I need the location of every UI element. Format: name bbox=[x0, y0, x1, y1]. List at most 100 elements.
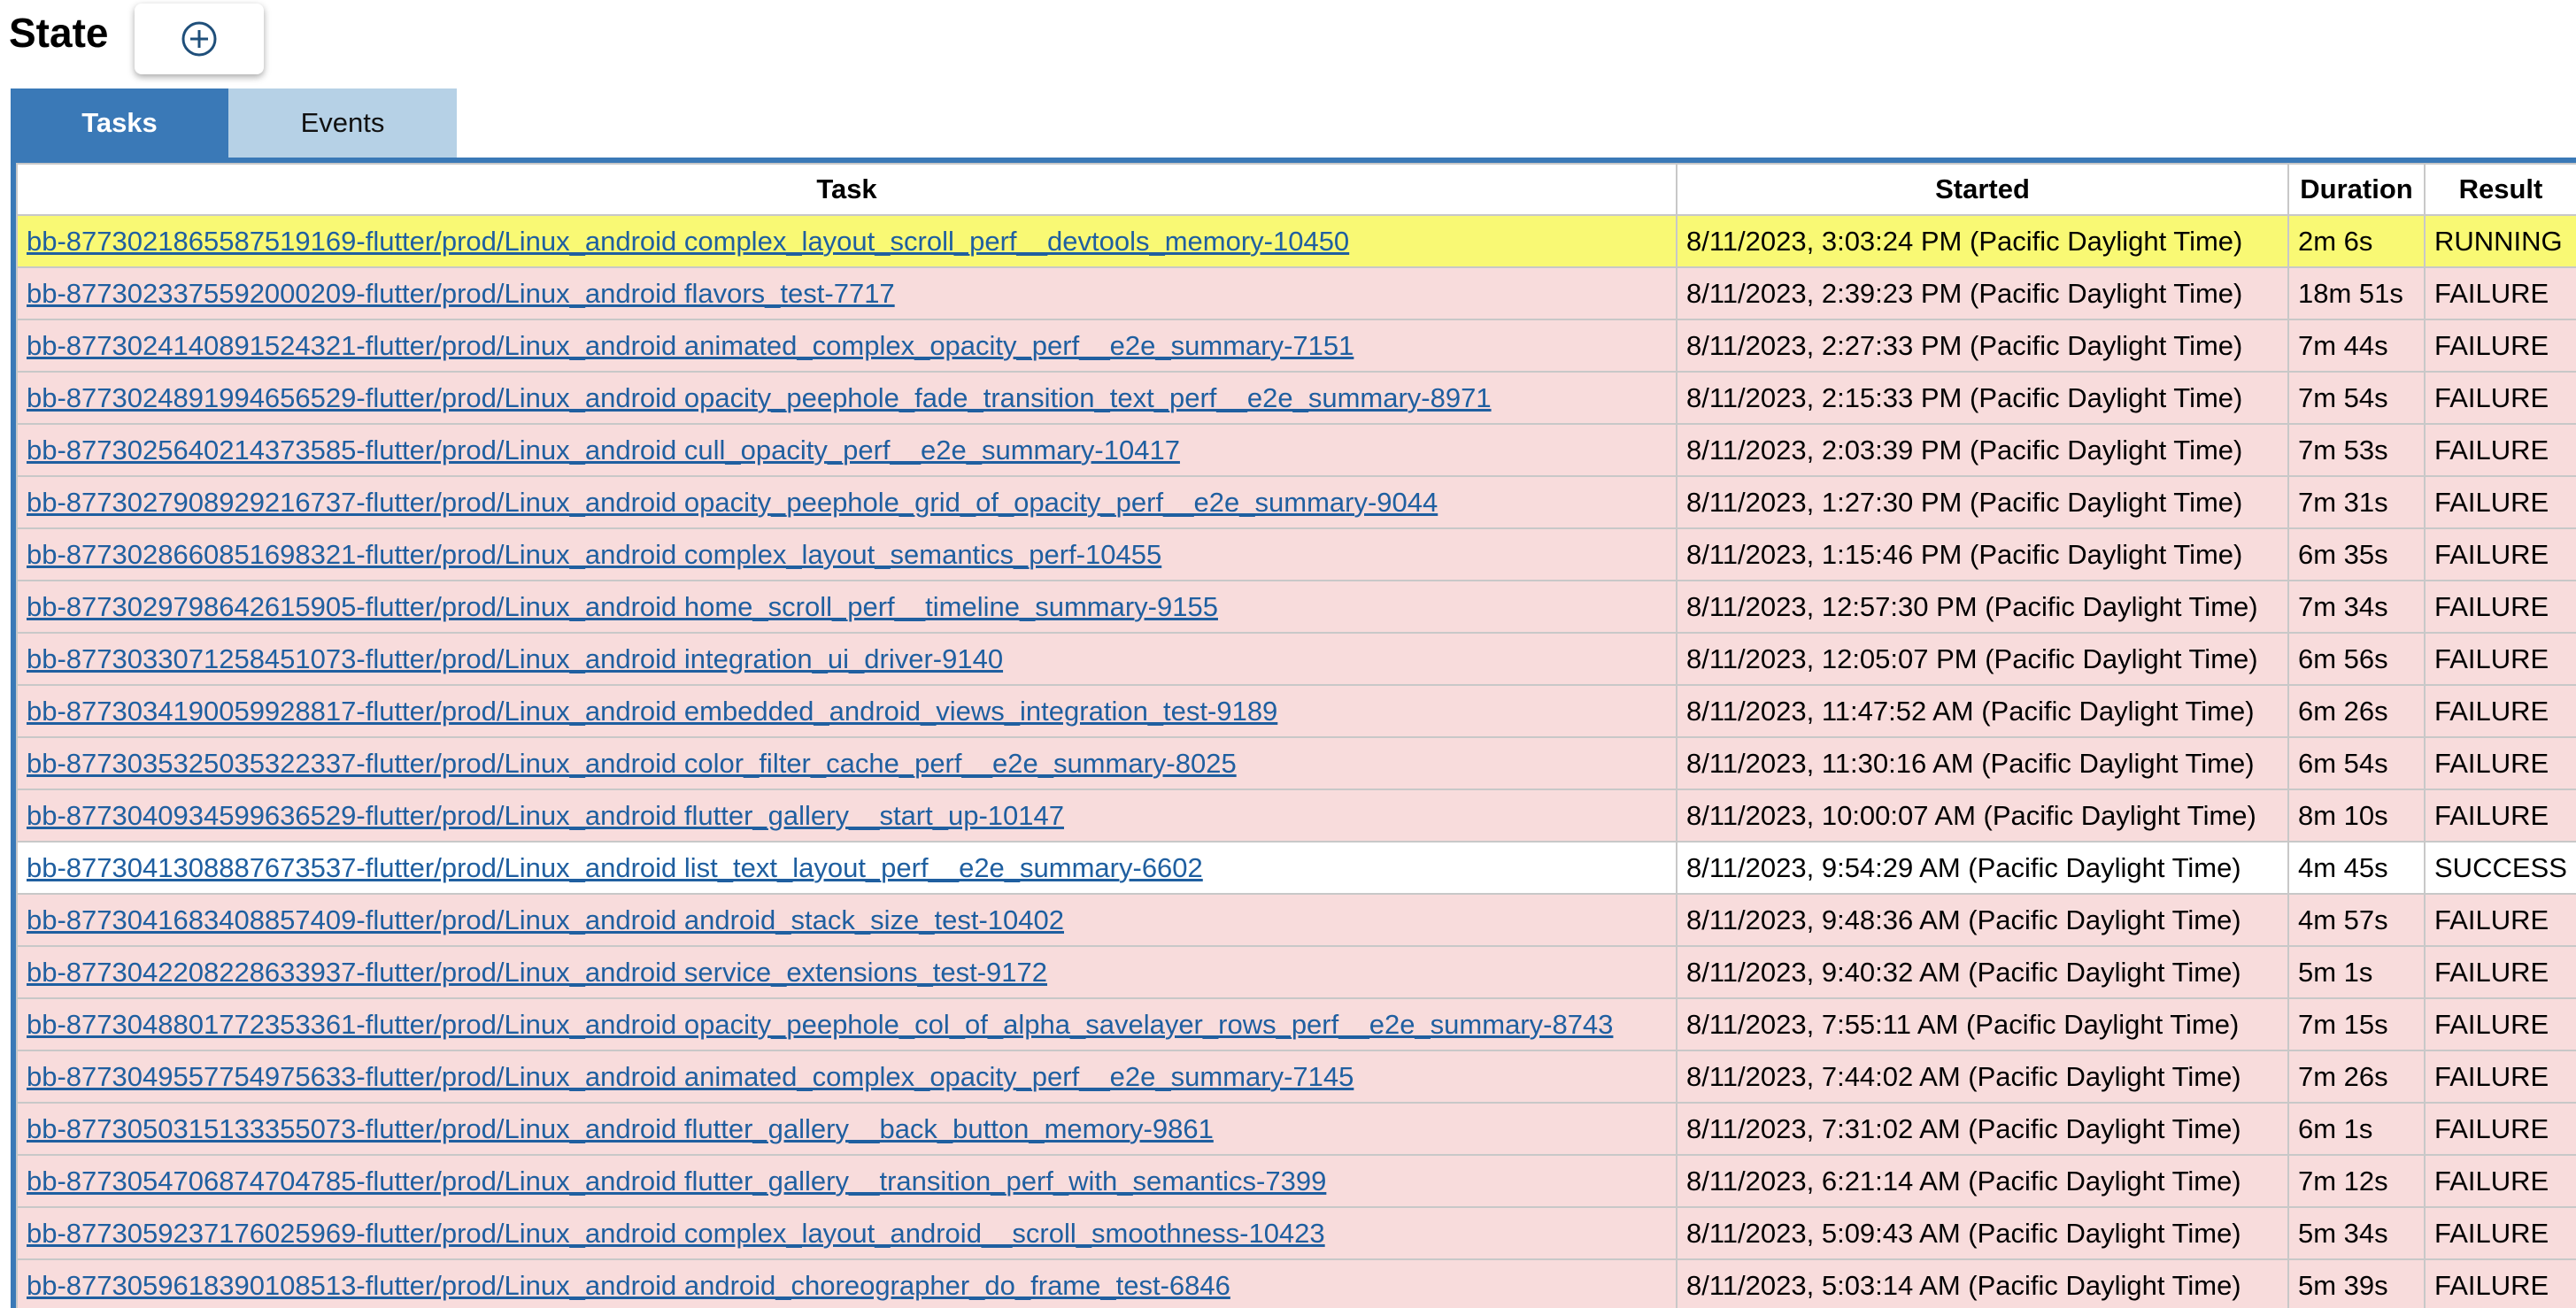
started-cell: 8/11/2023, 2:27:33 PM (Pacific Daylight … bbox=[1676, 319, 2289, 373]
result-cell: FAILURE bbox=[2424, 1258, 2576, 1308]
tab-events[interactable]: Events bbox=[228, 88, 457, 158]
task-link[interactable]: bb-8773029798642615905-flutter/prod/Linu… bbox=[27, 591, 1218, 622]
result-cell: SUCCESS bbox=[2424, 841, 2576, 895]
table-row: bb-8773024140891524321-flutter/prod/Linu… bbox=[16, 319, 2576, 373]
task-cell: bb-8773041683408857409-flutter/prod/Linu… bbox=[16, 893, 1677, 947]
tab-bar: Tasks Events bbox=[11, 88, 457, 158]
task-link[interactable]: bb-8773024140891524321-flutter/prod/Linu… bbox=[27, 330, 1354, 361]
duration-cell: 7m 34s bbox=[2287, 580, 2426, 634]
duration-cell: 6m 35s bbox=[2287, 527, 2426, 581]
duration-cell: 5m 1s bbox=[2287, 945, 2426, 999]
column-header-started: Started bbox=[1676, 163, 2289, 216]
tasks-table: Task Started Duration Result bb-87730218… bbox=[16, 163, 2576, 1308]
task-cell: bb-8773028660851698321-flutter/prod/Linu… bbox=[16, 527, 1677, 581]
task-link[interactable]: bb-8773048801772353361-flutter/prod/Linu… bbox=[27, 1009, 1613, 1040]
task-cell: bb-8773021865587519169-flutter/prod/Linu… bbox=[16, 214, 1677, 268]
result-cell: FAILURE bbox=[2424, 475, 2576, 529]
task-cell: bb-8773054706874704785-flutter/prod/Linu… bbox=[16, 1154, 1677, 1208]
task-cell: bb-8773042208228633937-flutter/prod/Linu… bbox=[16, 945, 1677, 999]
result-cell: FAILURE bbox=[2424, 371, 2576, 425]
table-row: bb-8773040934599636529-flutter/prod/Linu… bbox=[16, 789, 2576, 843]
task-link[interactable]: bb-8773023375592000209-flutter/prod/Linu… bbox=[27, 278, 895, 309]
task-link[interactable]: bb-8773033071258451073-flutter/prod/Linu… bbox=[27, 643, 1003, 674]
add-button[interactable] bbox=[135, 4, 264, 74]
result-cell: FAILURE bbox=[2424, 1050, 2576, 1104]
started-cell: 8/11/2023, 12:57:30 PM (Pacific Daylight… bbox=[1676, 580, 2289, 634]
duration-cell: 7m 12s bbox=[2287, 1154, 2426, 1208]
duration-cell: 7m 15s bbox=[2287, 997, 2426, 1051]
started-cell: 8/11/2023, 1:27:30 PM (Pacific Daylight … bbox=[1676, 475, 2289, 529]
tasks-table-container: Task Started Duration Result bb-87730218… bbox=[11, 158, 2576, 1308]
result-cell: FAILURE bbox=[2424, 319, 2576, 373]
task-cell: bb-8773033071258451073-flutter/prod/Linu… bbox=[16, 632, 1677, 686]
task-cell: bb-8773024140891524321-flutter/prod/Linu… bbox=[16, 319, 1677, 373]
table-row: bb-8773059237176025969-flutter/prod/Linu… bbox=[16, 1206, 2576, 1260]
column-header-duration: Duration bbox=[2287, 163, 2426, 216]
result-cell: FAILURE bbox=[2424, 893, 2576, 947]
task-cell: bb-8773059237176025969-flutter/prod/Linu… bbox=[16, 1206, 1677, 1260]
table-row: bb-8773021865587519169-flutter/prod/Linu… bbox=[16, 214, 2576, 268]
started-cell: 8/11/2023, 6:21:14 AM (Pacific Daylight … bbox=[1676, 1154, 2289, 1208]
task-link[interactable]: bb-8773059237176025969-flutter/prod/Linu… bbox=[27, 1218, 1325, 1249]
table-row: bb-8773050315133355073-flutter/prod/Linu… bbox=[16, 1102, 2576, 1156]
table-row: bb-8773054706874704785-flutter/prod/Linu… bbox=[16, 1154, 2576, 1208]
result-cell: RUNNING bbox=[2424, 214, 2576, 268]
task-link[interactable]: bb-8773050315133355073-flutter/prod/Linu… bbox=[27, 1113, 1214, 1144]
task-cell: bb-8773049557754975633-flutter/prod/Linu… bbox=[16, 1050, 1677, 1104]
result-cell: FAILURE bbox=[2424, 684, 2576, 738]
task-link[interactable]: bb-8773049557754975633-flutter/prod/Linu… bbox=[27, 1061, 1354, 1092]
result-cell: FAILURE bbox=[2424, 945, 2576, 999]
task-cell: bb-8773029798642615905-flutter/prod/Linu… bbox=[16, 580, 1677, 634]
table-body: bb-8773021865587519169-flutter/prod/Linu… bbox=[16, 214, 2576, 1308]
table-row: bb-8773024891994656529-flutter/prod/Linu… bbox=[16, 371, 2576, 425]
duration-cell: 6m 26s bbox=[2287, 684, 2426, 738]
started-cell: 8/11/2023, 10:00:07 AM (Pacific Daylight… bbox=[1676, 789, 2289, 843]
table-header-row: Task Started Duration Result bbox=[16, 163, 2576, 216]
started-cell: 8/11/2023, 9:48:36 AM (Pacific Daylight … bbox=[1676, 893, 2289, 947]
duration-cell: 6m 54s bbox=[2287, 736, 2426, 790]
duration-cell: 4m 45s bbox=[2287, 841, 2426, 895]
result-cell: FAILURE bbox=[2424, 1102, 2576, 1156]
duration-cell: 5m 39s bbox=[2287, 1258, 2426, 1308]
table-row: bb-8773034190059928817-flutter/prod/Linu… bbox=[16, 684, 2576, 738]
duration-cell: 5m 34s bbox=[2287, 1206, 2426, 1260]
duration-cell: 7m 31s bbox=[2287, 475, 2426, 529]
task-link[interactable]: bb-8773035325035322337-flutter/prod/Linu… bbox=[27, 748, 1237, 779]
started-cell: 8/11/2023, 7:31:02 AM (Pacific Daylight … bbox=[1676, 1102, 2289, 1156]
result-cell: FAILURE bbox=[2424, 580, 2576, 634]
table-row: bb-8773035325035322337-flutter/prod/Linu… bbox=[16, 736, 2576, 790]
task-link[interactable]: bb-8773024891994656529-flutter/prod/Linu… bbox=[27, 382, 1492, 413]
task-link[interactable]: bb-8773054706874704785-flutter/prod/Linu… bbox=[27, 1166, 1326, 1196]
task-link[interactable]: bb-8773042208228633937-flutter/prod/Linu… bbox=[27, 957, 1047, 988]
table-row: bb-8773027908929216737-flutter/prod/Linu… bbox=[16, 475, 2576, 529]
task-link[interactable]: bb-8773027908929216737-flutter/prod/Linu… bbox=[27, 487, 1438, 518]
started-cell: 8/11/2023, 7:55:11 AM (Pacific Daylight … bbox=[1676, 997, 2289, 1051]
task-link[interactable]: bb-8773025640214373585-flutter/prod/Linu… bbox=[27, 435, 1180, 465]
task-cell: bb-8773050315133355073-flutter/prod/Linu… bbox=[16, 1102, 1677, 1156]
result-cell: FAILURE bbox=[2424, 423, 2576, 477]
started-cell: 8/11/2023, 11:47:52 AM (Pacific Daylight… bbox=[1676, 684, 2289, 738]
table-row: bb-8773028660851698321-flutter/prod/Linu… bbox=[16, 527, 2576, 581]
started-cell: 8/11/2023, 5:09:43 AM (Pacific Daylight … bbox=[1676, 1206, 2289, 1260]
task-link[interactable]: bb-8773041308887673537-flutter/prod/Linu… bbox=[27, 852, 1203, 883]
result-cell: FAILURE bbox=[2424, 1154, 2576, 1208]
task-link[interactable]: bb-8773034190059928817-flutter/prod/Linu… bbox=[27, 696, 1277, 727]
started-cell: 8/11/2023, 2:03:39 PM (Pacific Daylight … bbox=[1676, 423, 2289, 477]
task-cell: bb-8773027908929216737-flutter/prod/Linu… bbox=[16, 475, 1677, 529]
table-row: bb-8773042208228633937-flutter/prod/Linu… bbox=[16, 945, 2576, 999]
started-cell: 8/11/2023, 3:03:24 PM (Pacific Daylight … bbox=[1676, 214, 2289, 268]
task-link[interactable]: bb-8773041683408857409-flutter/prod/Linu… bbox=[27, 904, 1064, 935]
task-cell: bb-8773034190059928817-flutter/prod/Linu… bbox=[16, 684, 1677, 738]
table-row: bb-8773048801772353361-flutter/prod/Linu… bbox=[16, 997, 2576, 1051]
task-cell: bb-8773035325035322337-flutter/prod/Linu… bbox=[16, 736, 1677, 790]
task-link[interactable]: bb-8773028660851698321-flutter/prod/Linu… bbox=[27, 539, 1161, 570]
task-link[interactable]: bb-8773040934599636529-flutter/prod/Linu… bbox=[27, 800, 1064, 831]
task-link[interactable]: bb-8773021865587519169-flutter/prod/Linu… bbox=[27, 226, 1349, 257]
tab-tasks[interactable]: Tasks bbox=[11, 88, 228, 158]
started-cell: 8/11/2023, 2:15:33 PM (Pacific Daylight … bbox=[1676, 371, 2289, 425]
task-cell: bb-8773041308887673537-flutter/prod/Linu… bbox=[16, 841, 1677, 895]
task-link[interactable]: bb-8773059618390108513-flutter/prod/Linu… bbox=[27, 1270, 1230, 1301]
state-page: State Tasks Events Task Started Duration… bbox=[0, 0, 2576, 1308]
table-row: bb-8773023375592000209-flutter/prod/Linu… bbox=[16, 266, 2576, 320]
duration-cell: 7m 53s bbox=[2287, 423, 2426, 477]
